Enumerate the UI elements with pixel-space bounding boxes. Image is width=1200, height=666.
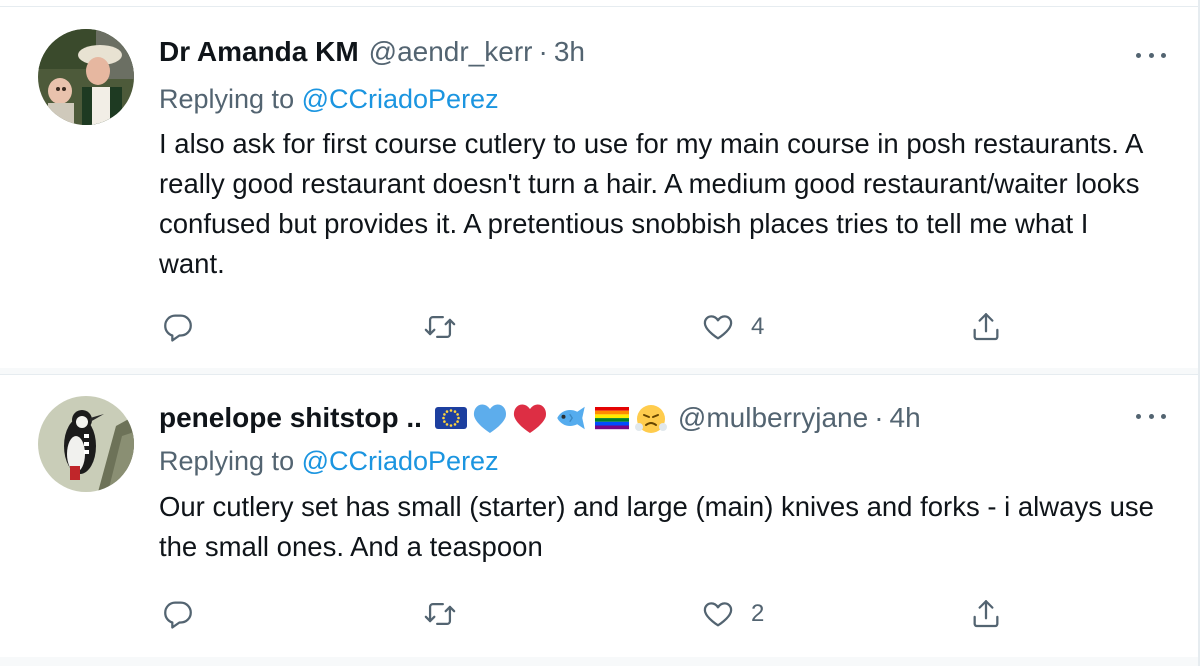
retweet-button[interactable]: [423, 307, 457, 347]
like-count: 4: [751, 313, 765, 340]
share-button[interactable]: [969, 594, 1003, 634]
heart-icon: [703, 602, 733, 627]
avatar-photo-icon: [38, 29, 134, 125]
tweet-actions: 4: [159, 307, 1019, 347]
reply-feed: Dr Amanda KM @aendr_kerr · 3h Replying t…: [0, 0, 1200, 666]
retweet-icon: [424, 602, 456, 626]
share-button[interactable]: [969, 307, 1003, 347]
retweet-icon: [424, 315, 456, 339]
rainbow-flag-emoji: [594, 407, 629, 430]
eu-flag-emoji: [434, 407, 467, 429]
blue-heart-emoji: [473, 404, 506, 433]
like-count: 2: [751, 600, 765, 627]
replying-to-link[interactable]: @CCriadoPerez: [302, 446, 499, 476]
feed-top-divider: [0, 0, 1200, 7]
like-button[interactable]: 4: [701, 307, 764, 347]
display-name[interactable]: Dr Amanda KM: [159, 36, 359, 68]
face-with-steam-emoji: [634, 405, 667, 433]
like-button[interactable]: 2: [701, 594, 764, 634]
user-handle[interactable]: @aendr_kerr: [369, 36, 533, 68]
timestamp[interactable]: 4h: [890, 402, 921, 434]
tweet[interactable]: penelope shitstop .. @mulberryjane · 4h …: [0, 374, 1200, 659]
tweet-actions: 2: [159, 594, 1019, 634]
tweet[interactable]: Dr Amanda KM @aendr_kerr · 3h Replying t…: [0, 7, 1200, 369]
separator-dot: ·: [538, 36, 548, 67]
reply-icon: [164, 314, 192, 342]
user-handle[interactable]: @mulberryjane: [678, 402, 868, 434]
avatar[interactable]: [38, 396, 134, 492]
reply-button[interactable]: [161, 594, 195, 634]
share-icon: [973, 600, 999, 628]
reply-button[interactable]: [161, 307, 195, 347]
timestamp[interactable]: 3h: [554, 36, 585, 68]
share-icon: [973, 313, 999, 341]
tweet-text: Our cutlery set has small (starter) and …: [159, 491, 1154, 562]
replying-to-link[interactable]: @CCriadoPerez: [302, 84, 499, 114]
retweet-button[interactable]: [423, 594, 457, 634]
avatar-woodpecker-icon: [38, 396, 134, 492]
tweet-text: I also ask for first course cutlery to u…: [159, 128, 1142, 279]
display-name-emojis: [434, 401, 668, 435]
replying-to-label: Replying to: [159, 446, 302, 476]
reply-icon: [164, 601, 192, 629]
display-name[interactable]: penelope shitstop ..: [159, 402, 422, 434]
fish-emoji: [557, 406, 585, 430]
feed-bottom-divider: [0, 657, 1200, 666]
tweet-header: Dr Amanda KM @aendr_kerr · 3h: [159, 32, 585, 72]
replying-to: Replying to @CCriadoPerez: [159, 84, 499, 115]
more-options-icon[interactable]: [1136, 406, 1166, 426]
avatar[interactable]: [38, 29, 134, 125]
replying-to-label: Replying to: [159, 84, 302, 114]
tweet-header: penelope shitstop .. @mulberryjane · 4h: [159, 398, 921, 438]
heart-icon: [703, 315, 733, 340]
red-heart-emoji: [513, 404, 546, 433]
replying-to: Replying to @CCriadoPerez: [159, 446, 499, 477]
separator-dot: ·: [874, 402, 884, 433]
more-options-icon[interactable]: [1136, 45, 1166, 65]
